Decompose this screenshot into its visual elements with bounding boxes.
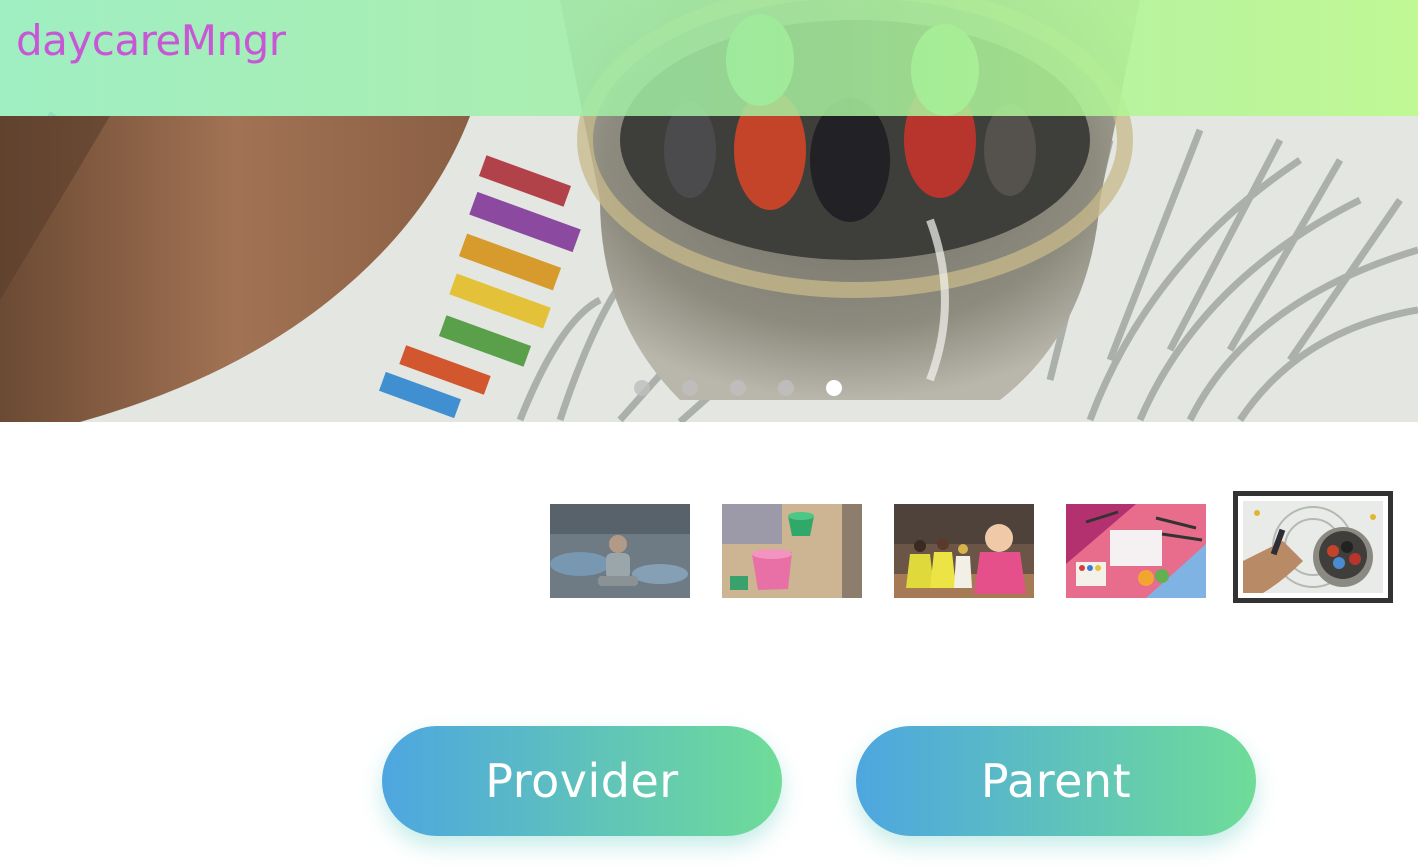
carousel-dot-5-active[interactable]	[826, 380, 842, 396]
toddler-dolls-thumbnail-image	[894, 504, 1034, 598]
carousel-dot-1[interactable]	[634, 380, 650, 396]
crayon-jar-thumbnail-image	[1243, 501, 1383, 593]
thumbnail-5-selected[interactable]	[1233, 491, 1393, 603]
carousel-dot-4[interactable]	[778, 380, 794, 396]
art-supplies-thumbnail-image	[1066, 504, 1206, 598]
thumbnail-2[interactable]	[722, 504, 862, 598]
child-painting-thumbnail-image	[550, 504, 690, 598]
hero-carousel[interactable]: daycareMngr	[0, 0, 1418, 422]
thumbnail-3[interactable]	[894, 504, 1034, 598]
brand-logo-text[interactable]: daycareMngr	[16, 20, 286, 62]
thumbnail-4[interactable]	[1066, 504, 1206, 598]
carousel-dot-3[interactable]	[730, 380, 746, 396]
carousel-indicators	[634, 380, 842, 396]
provider-button[interactable]: Provider	[382, 726, 782, 836]
landing-page: daycareMngr Provider Parent	[0, 0, 1418, 866]
carousel-dot-2[interactable]	[682, 380, 698, 396]
parent-button[interactable]: Parent	[856, 726, 1256, 836]
sandbox-thumbnail-image	[722, 504, 862, 598]
header-bar: daycareMngr	[0, 0, 1418, 116]
thumbnail-1[interactable]	[550, 504, 690, 598]
thumbnail-strip	[550, 491, 1393, 608]
